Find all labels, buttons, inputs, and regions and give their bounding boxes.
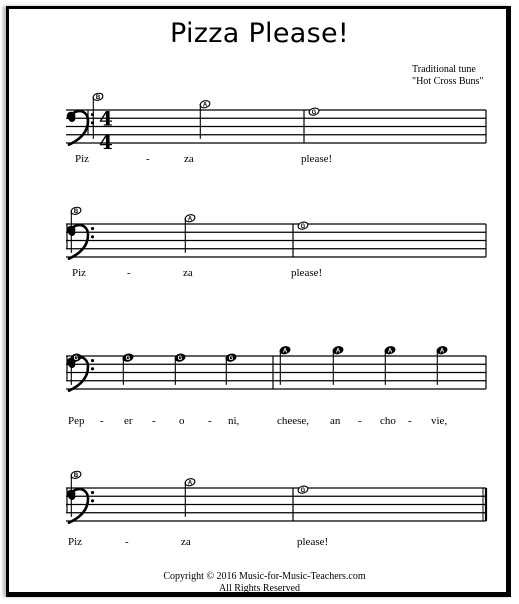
music-score: 44 B A G Piz - za please! B A G Piz - za please! G G G G A A… — [66, 92, 488, 548]
rights-text: All Rights Reserved — [218, 583, 301, 594]
lyric-syllable: please! — [301, 153, 332, 165]
lyric-syllable: - — [146, 153, 150, 165]
lyric-syllable: - — [125, 536, 129, 548]
bass-clef-shape — [66, 109, 95, 146]
note-a: A — [279, 346, 291, 385]
bass-clef-dot-upper — [90, 358, 95, 363]
note-letter-label: B — [74, 209, 79, 215]
note-letter-label: A — [203, 102, 208, 108]
lyric-syllable: za — [184, 153, 194, 165]
note-letter-label: B — [74, 473, 79, 479]
staff-system-1: 44 B A G Piz - za please! — [66, 92, 487, 165]
lyric-syllable: ni, — [228, 415, 240, 427]
bass-clef-dot-upper — [90, 226, 95, 231]
time-signature-bottom: 4 — [99, 130, 113, 154]
lyric-syllable: cho — [380, 415, 396, 427]
lyric-syllable: - — [127, 267, 131, 279]
note-letter-label: G — [301, 224, 306, 230]
lyric-syllable: Pep — [68, 415, 85, 427]
note-a: A — [332, 346, 344, 385]
note-g: G — [297, 221, 309, 230]
note-a: A — [199, 100, 211, 139]
note-letter-label: A — [188, 480, 193, 486]
note-letter-label: A — [283, 348, 288, 354]
bass-clef-dot-lower — [90, 235, 95, 239]
lyric-syllable: Piz — [72, 267, 86, 279]
note-g: G — [225, 353, 237, 385]
bass-clef-shape — [66, 223, 95, 260]
bass-clef-dot-main — [68, 229, 76, 236]
note-g: G — [70, 353, 82, 385]
note-letter-label: G — [229, 356, 234, 362]
staff-system-4: B A G Piz - za please! — [66, 470, 488, 548]
lyric-syllable: an — [330, 415, 341, 427]
bass-clef-shape — [66, 487, 95, 524]
lyric-syllable: - — [408, 415, 412, 427]
lyric-syllable: Piz — [75, 153, 89, 165]
note-letter-label: A — [440, 348, 445, 354]
note-letter-label: G — [74, 356, 79, 362]
lyric-syllable: Piz — [68, 536, 82, 548]
note-a: A — [184, 214, 196, 253]
bass-clef-dot-upper — [90, 490, 95, 495]
note-letter-label: G — [312, 110, 317, 116]
bass-clef-dot-main — [68, 115, 76, 122]
note-a: A — [384, 346, 396, 385]
lyric-syllable: za — [181, 536, 191, 548]
footer: Copyright © 2016 Music-for-Music-Teacher… — [0, 571, 519, 595]
bass-clef-dot-main — [68, 493, 76, 500]
bass-clef-dot-main — [68, 361, 76, 368]
note-letter-label: B — [96, 95, 101, 101]
bass-clef-dot-lower — [90, 367, 95, 371]
note-letter-label: G — [126, 356, 131, 362]
lyric-syllable: er — [124, 415, 133, 427]
note-letter-label: A — [336, 348, 341, 354]
note-g: G — [297, 485, 309, 494]
lyric-syllable: please! — [297, 536, 328, 548]
note-g: G — [174, 353, 186, 385]
lyric-syllable: - — [152, 415, 156, 427]
lyric-syllable: please! — [291, 267, 322, 279]
copyright-text: Copyright © 2016 Music-for-Music-Teacher… — [163, 571, 366, 582]
note-g: G — [122, 353, 134, 385]
lyric-syllable: - — [358, 415, 362, 427]
staff-system-2: B A G Piz - za please! — [66, 206, 487, 279]
note-letter-label: G — [301, 488, 306, 494]
note-g: G — [308, 107, 320, 116]
note-letter-label: G — [178, 356, 183, 362]
bass-clef-shape — [66, 355, 95, 392]
time-signature-top: 4 — [99, 107, 113, 131]
staff-system-3: G G G GA A A APep - er - o - ni, cheese, an - cho - vie, — [66, 346, 487, 427]
note-letter-label: A — [188, 216, 193, 222]
lyric-syllable: za — [183, 267, 193, 279]
lyric-syllable: - — [100, 415, 104, 427]
note-a: A — [436, 346, 448, 385]
note-a: A — [184, 478, 196, 517]
bass-clef-dot-lower — [90, 499, 95, 503]
note-letter-label: A — [388, 348, 393, 354]
lyric-syllable: o — [179, 415, 185, 427]
lyric-syllable: cheese, — [277, 415, 309, 427]
lyric-syllable: vie, — [431, 415, 447, 427]
lyric-syllable: - — [208, 415, 212, 427]
